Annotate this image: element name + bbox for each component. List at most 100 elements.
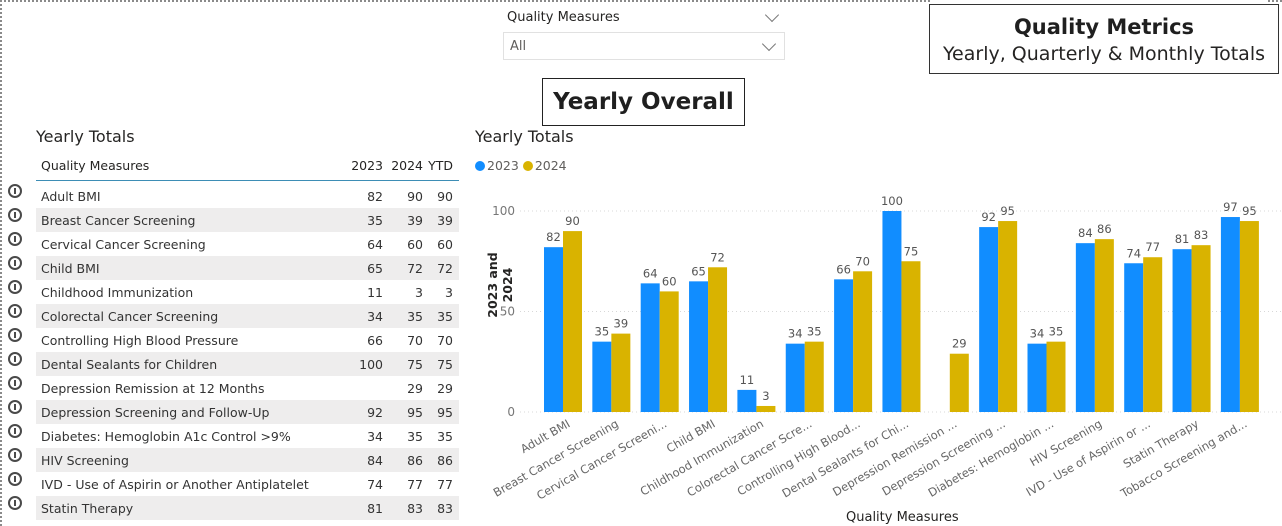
bar-2023[interactable] <box>834 279 854 412</box>
bar-2023[interactable] <box>640 283 660 412</box>
slicer-header[interactable]: Quality Measures <box>503 6 785 28</box>
canvas-border-top-right <box>1268 0 1282 2</box>
column-header-2023[interactable]: 2023 <box>339 158 383 173</box>
y-tick-label: 50 <box>500 305 515 319</box>
column-header-measure[interactable]: Quality Measures <box>36 158 339 173</box>
column-header-2024[interactable]: 2024 <box>383 158 423 173</box>
bar-2024[interactable] <box>804 341 824 412</box>
cell-ytd: 90 <box>437 188 453 204</box>
chevron-down-icon[interactable] <box>761 36 777 51</box>
legend-label-2023: 2023 <box>487 158 519 173</box>
data-label: 95 <box>1000 204 1015 218</box>
info-icon[interactable] <box>8 496 22 510</box>
info-icon[interactable] <box>8 184 22 198</box>
info-icon[interactable] <box>8 472 22 486</box>
slicer-dropdown[interactable]: All <box>503 32 785 60</box>
info-icon[interactable] <box>8 352 22 366</box>
bar-2024[interactable] <box>659 291 679 412</box>
column-header-ytd[interactable]: YTD <box>423 158 459 173</box>
bar-2023[interactable] <box>544 247 563 412</box>
info-icon[interactable] <box>8 304 22 318</box>
info-icon[interactable] <box>8 376 22 390</box>
data-label: 97 <box>1223 200 1238 214</box>
bar-2023[interactable] <box>689 281 709 412</box>
bar-2023[interactable] <box>1027 343 1047 412</box>
bar-2023[interactable] <box>785 343 805 412</box>
bar-2023[interactable] <box>1172 249 1192 412</box>
bar-2023[interactable] <box>979 227 999 412</box>
bar-2024[interactable] <box>1094 239 1114 412</box>
bar-2023[interactable] <box>1075 243 1095 412</box>
info-icon[interactable] <box>8 280 22 294</box>
table-title: Yearly Totals <box>36 127 135 146</box>
table-row[interactable]: Adult BMI 82 90 90 <box>36 184 459 208</box>
data-label: 29 <box>952 337 967 351</box>
bar-2023[interactable] <box>1220 217 1240 412</box>
bar-2023[interactable] <box>1124 263 1144 412</box>
info-icon[interactable] <box>8 328 22 342</box>
bar-2024[interactable] <box>1143 257 1163 412</box>
table-row[interactable]: Child BMI 65 72 72 <box>36 256 459 280</box>
cell-2023: 92 <box>367 404 383 420</box>
bar-2023[interactable] <box>592 341 612 412</box>
bar-2024[interactable] <box>1239 221 1259 412</box>
legend-dot-2023 <box>475 160 485 171</box>
chevron-down-icon[interactable] <box>764 7 780 22</box>
cell-2023: 84 <box>367 452 383 468</box>
info-icon[interactable] <box>8 448 22 462</box>
cell-2023: 66 <box>367 332 383 348</box>
legend-item-2023[interactable]: 2023 <box>475 158 519 173</box>
data-label: 70 <box>855 254 870 268</box>
chart-title: Yearly Totals <box>475 127 574 146</box>
cell-ytd: 77 <box>437 476 453 492</box>
cell-ytd: 35 <box>437 428 453 444</box>
info-icon[interactable] <box>8 400 22 414</box>
bar-2024[interactable] <box>1191 245 1211 412</box>
bar-2023[interactable] <box>737 389 757 412</box>
bar-2024[interactable] <box>998 221 1018 412</box>
table-row[interactable]: HIV Screening 84 86 86 <box>36 448 459 472</box>
cell-ytd: 95 <box>437 404 453 420</box>
table-row[interactable]: Dental Sealants for Children 100 75 75 <box>36 352 459 376</box>
report-subtitle: Yearly, Quarterly & Monthly Totals <box>942 43 1266 65</box>
table-row[interactable]: IVD - Use of Aspirin or Another Antiplat… <box>36 472 459 496</box>
bar-2023[interactable] <box>882 211 902 412</box>
bar-2024[interactable] <box>611 333 631 412</box>
table-row[interactable]: Diabetes: Hemoglobin A1c Control >9% 34 35… <box>36 424 459 448</box>
row-info-icons <box>8 184 22 520</box>
bar-2024[interactable] <box>1046 341 1066 412</box>
bar-2024[interactable] <box>949 353 969 412</box>
bar-2024[interactable] <box>901 261 921 412</box>
table-row[interactable]: Depression Remission at 12 Months 29 29 <box>36 376 459 400</box>
cell-measure: Dental Sealants for Children <box>41 356 218 372</box>
bar-2024[interactable] <box>708 267 728 412</box>
info-icon[interactable] <box>8 232 22 246</box>
info-icon[interactable] <box>8 424 22 438</box>
cell-measure: Diabetes: Hemoglobin A1c Control >9% <box>41 428 291 444</box>
data-label: 100 <box>881 194 903 208</box>
cell-2023: 34 <box>367 428 383 444</box>
bar-2024[interactable] <box>853 271 873 412</box>
table-row[interactable]: Controlling High Blood Pressure 66 70 70 <box>36 328 459 352</box>
legend-item-2024[interactable]: 2024 <box>522 158 567 173</box>
table-row[interactable]: Statin Therapy 81 83 83 <box>36 496 459 520</box>
bar-2024[interactable] <box>756 405 776 412</box>
data-label: 95 <box>1242 204 1257 218</box>
table-row[interactable]: Colorectal Cancer Screening 34 35 35 <box>36 304 459 328</box>
data-label: 74 <box>1126 246 1141 260</box>
table-row[interactable]: Childhood Immunization 11 3 3 <box>36 280 459 304</box>
data-label: 81 <box>1175 232 1190 246</box>
data-label: 60 <box>662 274 677 288</box>
cell-ytd: 83 <box>437 500 453 516</box>
info-icon[interactable] <box>8 208 22 222</box>
bar-2024[interactable] <box>563 231 582 412</box>
info-icon[interactable] <box>8 256 22 270</box>
cell-ytd: 70 <box>437 332 453 348</box>
table-row[interactable]: Breast Cancer Screening 35 39 39 <box>36 208 459 232</box>
cell-2024: 60 <box>407 236 423 252</box>
table-row[interactable]: Cervical Cancer Screening 64 60 60 <box>36 232 459 256</box>
data-label: 77 <box>1145 240 1160 254</box>
table-row[interactable]: Depression Screening and Follow-Up 92 95 95 <box>36 400 459 424</box>
cell-2023: 35 <box>367 212 383 228</box>
yearly-totals-table: Quality Measures 2023 2024 YTD Adult BMI… <box>36 150 459 520</box>
